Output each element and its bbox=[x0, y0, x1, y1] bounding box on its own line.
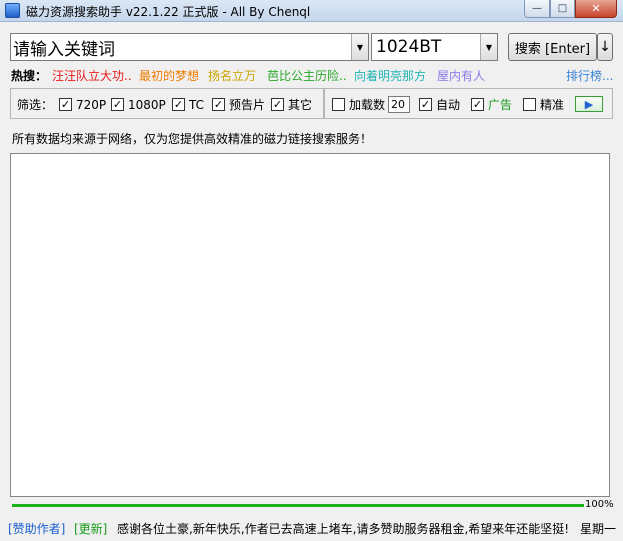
filter-other-label: 其它 bbox=[288, 98, 313, 112]
load-count-option[interactable]: 加载数 bbox=[332, 96, 411, 113]
checkbox-1080p[interactable]: ✓ bbox=[111, 98, 124, 111]
keyword-input[interactable] bbox=[13, 36, 349, 58]
download-arrow-button[interactable]: ↓ bbox=[597, 33, 613, 61]
title-bar[interactable]: 磁力资源搜索助手 v22.1.22 正式版 - All By Chenql — … bbox=[0, 0, 623, 22]
engine-dropdown-arrow-icon[interactable]: ▼ bbox=[480, 34, 497, 60]
minimize-button[interactable]: — bbox=[524, 0, 550, 18]
precise-option[interactable]: 精准 bbox=[523, 97, 564, 112]
filter-label-item: 筛选： bbox=[17, 97, 53, 112]
checkbox-tc[interactable]: ✓ bbox=[172, 98, 185, 111]
precise-label: 精准 bbox=[540, 98, 565, 112]
checkbox-720p[interactable]: ✓ bbox=[59, 98, 72, 111]
window-title: 磁力资源搜索助手 v22.1.22 正式版 - All By Chenql bbox=[26, 5, 311, 19]
checkbox-trailer[interactable]: ✓ bbox=[212, 98, 225, 111]
engine-selected-value: 1024BT bbox=[376, 37, 442, 57]
keyword-combo[interactable]: ▼ bbox=[10, 33, 369, 61]
checkbox-ads[interactable]: ✓ bbox=[471, 98, 484, 111]
filter-720p-label: 720P bbox=[76, 97, 107, 112]
hot-item-3[interactable]: 扬名立万 bbox=[208, 67, 256, 84]
progress-percent: 100% bbox=[585, 499, 614, 510]
status-message: 感谢各位土豪,新年快乐,作者已去高速上堵车,请多赞助服务器租金,希望来年还能坚挺… bbox=[117, 522, 570, 536]
weekday-text: 星期一 bbox=[580, 522, 617, 536]
window-controls: — □ ✕ bbox=[524, 0, 617, 19]
ranking-link[interactable]: 排行榜... bbox=[566, 67, 613, 84]
ads-label: 广告 bbox=[488, 98, 513, 112]
load-count-input[interactable] bbox=[388, 96, 411, 113]
ads-option[interactable]: ✓ 广告 bbox=[471, 97, 512, 112]
update-link[interactable]: [更新] bbox=[74, 520, 107, 537]
filter-1080p[interactable]: ✓ 1080P bbox=[111, 97, 166, 112]
auto-option[interactable]: ✓ 自动 bbox=[419, 97, 460, 112]
checkbox-precise[interactable] bbox=[523, 98, 536, 111]
maximize-button[interactable]: □ bbox=[550, 0, 575, 18]
filter-other[interactable]: ✓ 其它 bbox=[271, 97, 312, 112]
search-button[interactable]: 搜索 [Enter] bbox=[508, 33, 597, 61]
app-icon bbox=[5, 3, 20, 18]
filter-720p[interactable]: ✓ 720P bbox=[59, 97, 106, 112]
status-bar: [赞助作者] [更新] 感谢各位土豪,新年快乐,作者已去高速上堵车,请多赞助服务… bbox=[8, 518, 618, 536]
hot-item-6[interactable]: 屋内有人 bbox=[437, 67, 485, 84]
filter-trailer[interactable]: ✓ 预告片 bbox=[212, 97, 265, 112]
engine-select[interactable]: 1024BT ▼ bbox=[371, 33, 498, 61]
hot-item-1[interactable]: 汪汪队立大功.. bbox=[52, 67, 132, 84]
filter-1080p-label: 1080P bbox=[128, 97, 166, 112]
keyword-dropdown-arrow-icon[interactable]: ▼ bbox=[351, 34, 368, 60]
close-button[interactable]: ✕ bbox=[575, 0, 617, 18]
filter-group: 筛选： ✓ 720P ✓ 1080P ✓ TC ✓ 预告片 ✓ 其它 bbox=[10, 88, 324, 119]
sponsor-link[interactable]: [赞助作者] bbox=[8, 520, 65, 537]
hot-search-label: 热搜： bbox=[11, 69, 48, 83]
filter-label: 筛选： bbox=[17, 98, 54, 112]
auto-label: 自动 bbox=[436, 98, 461, 112]
load-count-label: 加载数 bbox=[349, 98, 386, 112]
hot-search-bar: 热搜： 汪汪队立大功.. 最初的梦想 扬名立万 芭比公主历险.. 向着明亮那方 … bbox=[11, 66, 616, 84]
filter-trailer-label: 预告片 bbox=[229, 98, 266, 112]
progress-fill bbox=[12, 504, 584, 507]
notice-text: 所有数据均来源于网络，仅为您提供高效精准的磁力链接搜索服务！ bbox=[12, 132, 373, 146]
results-list[interactable] bbox=[10, 153, 610, 497]
hot-item-4[interactable]: 芭比公主历险.. bbox=[267, 67, 347, 84]
filter-tc[interactable]: ✓ TC bbox=[172, 97, 204, 112]
progress-bar bbox=[12, 504, 584, 507]
checkbox-auto[interactable]: ✓ bbox=[419, 98, 432, 111]
play-button[interactable]: ▶ bbox=[575, 96, 603, 112]
options-group: 加载数 ✓ 自动 ✓ 广告 精准 ▶ bbox=[324, 88, 613, 119]
checkbox-other[interactable]: ✓ bbox=[271, 98, 284, 111]
filter-tc-label: TC bbox=[189, 97, 205, 112]
checkbox-load-count[interactable] bbox=[332, 98, 345, 111]
hot-item-5[interactable]: 向着明亮那方 bbox=[354, 67, 426, 84]
hot-item-2[interactable]: 最初的梦想 bbox=[139, 67, 199, 84]
